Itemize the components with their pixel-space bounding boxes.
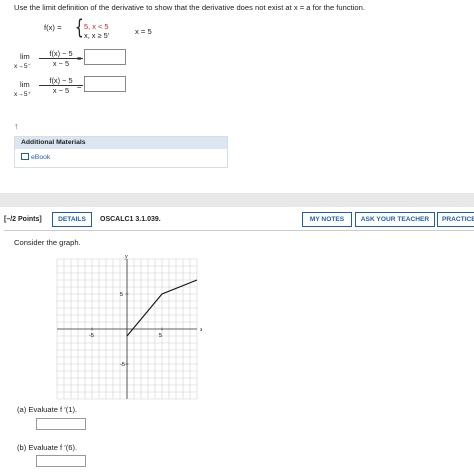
- ebook-link[interactable]: eBook: [21, 153, 50, 161]
- equals-1: =: [77, 54, 82, 63]
- lim-word-1: lim: [20, 52, 30, 61]
- part-b-label: (b) Evaluate f ′(6).: [17, 443, 78, 452]
- practice-button[interactable]: PRACTICE: [437, 212, 474, 227]
- arrow-icon[interactable]: ↑: [14, 121, 19, 131]
- part-a-input[interactable]: [36, 418, 86, 430]
- answer-input-1[interactable]: [84, 49, 126, 65]
- y-axis-label: y: [124, 254, 128, 260]
- question-prompt: Use the limit definition of the derivati…: [14, 3, 365, 12]
- ebook-label: eBook: [31, 154, 51, 161]
- lim-sub-1: x→5⁻: [14, 63, 32, 70]
- x-axis-label: x: [199, 327, 202, 333]
- x-value: x = 5: [135, 27, 152, 36]
- x-tick-label: -5: [89, 333, 94, 339]
- question-code: OSCALC1 3.1.039.: [100, 216, 161, 223]
- x-tick-label: 5: [159, 333, 162, 339]
- additional-materials: Additional Materials eBook: [14, 136, 228, 168]
- piecewise-brace: {: [74, 15, 84, 39]
- graph: x y -5 5 5 -5: [56, 254, 202, 400]
- y-tick-label: -5: [120, 362, 125, 368]
- question1-panel: Use the limit definition of the derivati…: [0, 0, 474, 193]
- y-tick-label: 5: [120, 292, 123, 298]
- piece-1: 5, x < 5: [84, 22, 109, 31]
- ask-teacher-button[interactable]: ASK YOUR TEACHER: [355, 212, 435, 227]
- details-button[interactable]: DETAILS: [52, 212, 92, 227]
- divider: [4, 230, 474, 231]
- lim-sub-2: x→5⁺: [14, 91, 32, 98]
- answer-input-2[interactable]: [84, 76, 126, 92]
- materials-header: Additional Materials: [15, 137, 227, 149]
- lim-word-2: lim: [20, 80, 30, 89]
- part-a-label: (a) Evaluate f ′(1).: [17, 405, 78, 414]
- book-icon: [21, 153, 29, 160]
- points-label: [–/2 Points]: [4, 216, 42, 223]
- question2-panel: [–/2 Points] DETAILS OSCALC1 3.1.039. MY…: [0, 207, 474, 475]
- piece-2: x, x ≥ 5': [84, 31, 110, 40]
- consider-text: Consider the graph.: [14, 238, 81, 247]
- function-label: f(x) =: [44, 23, 62, 32]
- equals-2: =: [77, 82, 82, 91]
- my-notes-button[interactable]: MY NOTES: [302, 212, 352, 227]
- part-b-input[interactable]: [36, 455, 86, 467]
